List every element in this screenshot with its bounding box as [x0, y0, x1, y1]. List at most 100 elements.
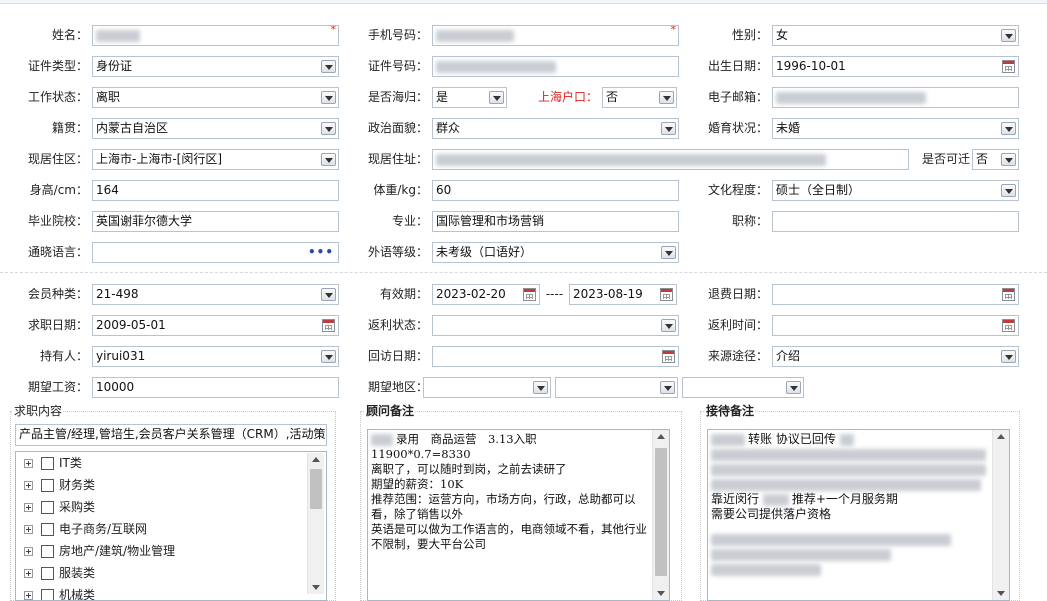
more-options-button[interactable]: ••• — [308, 243, 334, 262]
job-category-tree[interactable]: IT类 财务类 采购类 电子商务/互联网 房地产/建筑/物业管理 服装类 机械类 — [15, 451, 327, 601]
source-select[interactable]: 介绍 — [772, 346, 1019, 367]
expand-icon[interactable] — [24, 547, 33, 556]
region-city-select[interactable] — [555, 377, 678, 398]
chevron-down-icon[interactable] — [533, 381, 548, 394]
calendar-icon[interactable] — [322, 319, 335, 332]
title-field[interactable] — [772, 211, 1019, 232]
id-type-select[interactable]: 身份证 — [92, 56, 339, 77]
email-field[interactable] — [772, 87, 1019, 108]
calendar-icon[interactable] — [662, 350, 675, 363]
advisor-notes-scrollbar[interactable] — [652, 430, 669, 600]
scroll-up-icon[interactable] — [657, 434, 665, 439]
chevron-down-icon[interactable] — [1001, 350, 1016, 363]
rebate-status-select[interactable] — [432, 315, 679, 336]
region-province-select[interactable] — [423, 377, 551, 398]
expand-icon[interactable] — [24, 525, 33, 534]
member-type-select[interactable]: 21-498 — [92, 284, 339, 305]
chevron-down-icon[interactable] — [661, 122, 676, 135]
job-date-field[interactable]: 2009-05-01 — [92, 315, 339, 336]
rebate-time-field[interactable] — [772, 315, 1019, 336]
checkbox[interactable] — [41, 523, 54, 536]
residence-addr-field[interactable] — [432, 149, 909, 170]
scroll-down-icon[interactable] — [312, 585, 320, 590]
tree-scrollbar[interactable] — [307, 453, 324, 594]
tree-item[interactable]: 采购类 — [24, 497, 95, 517]
expand-icon[interactable] — [24, 503, 33, 512]
school-field[interactable]: 英国谢菲尔德大学 — [92, 211, 339, 232]
chevron-down-icon[interactable] — [321, 122, 336, 135]
refund-date-field[interactable] — [772, 284, 1019, 305]
valid-to-field[interactable]: 2023-08-19 — [569, 284, 677, 305]
gender-select[interactable]: 女 — [772, 25, 1019, 46]
relocate-select[interactable]: 否 — [972, 149, 1019, 170]
residence-area-select[interactable]: 上海市-上海市-[闵行区] — [92, 149, 339, 170]
mobile-field[interactable]: * — [432, 25, 679, 46]
callback-date-field[interactable] — [432, 346, 679, 367]
scroll-down-icon[interactable] — [997, 591, 1005, 596]
valid-from-field[interactable]: 2023-02-20 — [432, 284, 540, 305]
tree-item[interactable]: IT类 — [24, 453, 82, 473]
checkbox[interactable] — [41, 589, 54, 600]
scroll-thumb[interactable] — [655, 448, 667, 576]
checkbox[interactable] — [41, 545, 54, 558]
chevron-down-icon[interactable] — [1001, 153, 1016, 166]
chevron-down-icon[interactable] — [321, 288, 336, 301]
language-field[interactable]: ••• — [92, 242, 339, 263]
job-content-summary-field[interactable]: 产品主管/经理,管培生,会员客户关系管理（CRM）,活动策 — [15, 424, 327, 446]
expand-icon[interactable] — [24, 481, 33, 490]
education-select[interactable]: 硕士（全日制） — [772, 180, 1019, 201]
chevron-down-icon[interactable] — [321, 60, 336, 73]
calendar-icon[interactable] — [1002, 319, 1015, 332]
chevron-down-icon[interactable] — [661, 319, 676, 332]
scroll-down-icon[interactable] — [657, 591, 665, 596]
reception-notes-textarea[interactable]: 转账 协议已回传 靠近闵行 推荐+一个月服务期 需要公司提供落户资格 — [707, 429, 1010, 601]
chevron-down-icon[interactable] — [786, 381, 801, 394]
chevron-down-icon[interactable] — [660, 381, 675, 394]
calendar-icon[interactable] — [660, 288, 673, 301]
expand-icon[interactable] — [24, 569, 33, 578]
calendar-icon[interactable] — [1002, 288, 1015, 301]
chevron-down-icon[interactable] — [321, 350, 336, 363]
region-district-select[interactable] — [682, 377, 804, 398]
checkbox[interactable] — [41, 567, 54, 580]
tree-item[interactable]: 财务类 — [24, 475, 95, 495]
checkbox[interactable] — [41, 479, 54, 492]
returnee-select[interactable]: 是 — [432, 87, 507, 108]
chevron-down-icon[interactable] — [659, 91, 674, 104]
salary-field[interactable]: 10000 — [92, 377, 339, 398]
advisor-notes-textarea[interactable]: 录用 商品运营 3.13入职 11900*0.7=8330 离职了，可以随时到岗… — [367, 429, 670, 601]
tree-item[interactable]: 电子商务/互联网 — [24, 519, 147, 539]
birth-date-field[interactable]: 1996-10-01 — [772, 56, 1019, 77]
scroll-thumb[interactable] — [310, 469, 322, 509]
chevron-down-icon[interactable] — [321, 153, 336, 166]
marital-select[interactable]: 未婚 — [772, 118, 1019, 139]
calendar-icon[interactable] — [523, 288, 536, 301]
holder-select[interactable]: yirui031 — [92, 346, 339, 367]
chevron-down-icon[interactable] — [661, 246, 676, 259]
expand-icon[interactable] — [24, 459, 33, 468]
id-no-field[interactable] — [432, 56, 679, 77]
major-field[interactable]: 国际管理和市场营销 — [432, 211, 679, 232]
tree-item[interactable]: 服装类 — [24, 563, 95, 583]
tree-item[interactable]: 房地产/建筑/物业管理 — [24, 541, 175, 561]
reception-notes-scrollbar[interactable] — [992, 430, 1009, 600]
chevron-down-icon[interactable] — [1001, 184, 1016, 197]
checkbox[interactable] — [41, 501, 54, 514]
height-field[interactable]: 164 — [92, 180, 339, 201]
shanghai-hukou-select[interactable]: 否 — [602, 87, 677, 108]
scroll-up-icon[interactable] — [312, 457, 320, 462]
foreign-level-select[interactable]: 未考级（口语好） — [432, 242, 679, 263]
scroll-up-icon[interactable] — [997, 434, 1005, 439]
checkbox[interactable] — [41, 457, 54, 470]
chevron-down-icon[interactable] — [489, 91, 504, 104]
calendar-icon[interactable] — [1002, 60, 1015, 73]
chevron-down-icon[interactable] — [321, 91, 336, 104]
name-field[interactable]: * — [92, 25, 339, 46]
chevron-down-icon[interactable] — [1001, 122, 1016, 135]
native-select[interactable]: 内蒙古自治区 — [92, 118, 339, 139]
work-status-select[interactable]: 离职 — [92, 87, 339, 108]
chevron-down-icon[interactable] — [1001, 29, 1016, 42]
scroll-thumb[interactable] — [995, 448, 1007, 576]
political-select[interactable]: 群众 — [432, 118, 679, 139]
weight-field[interactable]: 60 — [432, 180, 679, 201]
